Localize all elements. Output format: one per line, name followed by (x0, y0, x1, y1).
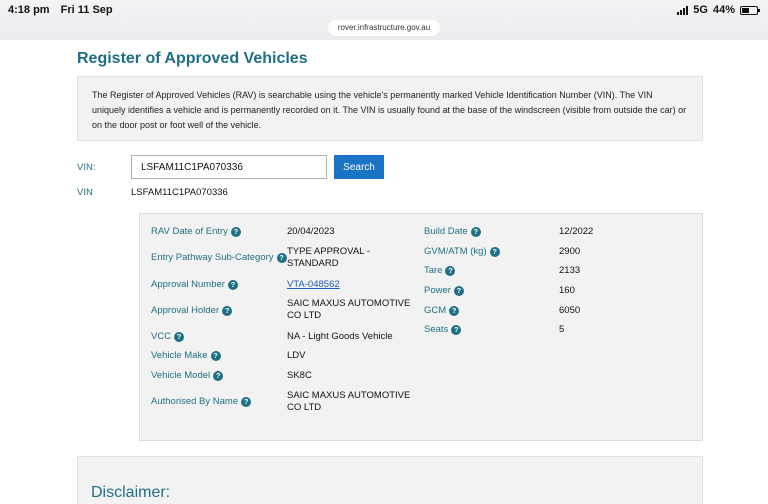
seats-label-text: Seats (424, 324, 449, 335)
page-title: Register of Approved Vehicles (77, 50, 308, 67)
vehicle-make-label-text: Vehicle Make (151, 350, 208, 361)
rav-date-label: RAV Date of Entry ? (151, 226, 241, 237)
power-label: Power ? (424, 285, 464, 296)
status-bar: 4:18 pm Fri 11 Sep 5G 44% rover.infrastr… (0, 0, 768, 40)
address-bar[interactable]: rover.infrastructure.gov.au (328, 20, 440, 36)
tare-label: Tare ? (424, 265, 456, 276)
question-circle-icon[interactable]: ? (276, 252, 287, 263)
question-circle-icon[interactable]: ? (241, 396, 252, 407)
seats-label: Seats ? (424, 324, 462, 335)
authorised-by-label: Authorised By Name ? (151, 396, 252, 407)
question-circle-icon[interactable]: ? (230, 226, 241, 237)
vehicle-make-value: LDV (287, 350, 306, 361)
vehicle-make-label: Vehicle Make ? (151, 350, 221, 361)
gcm-value: 6050 (559, 305, 581, 316)
approval-number-label: Approval Number ? (151, 279, 238, 290)
tare-label-text: Tare (424, 265, 443, 276)
build-date-label: Build Date ? (424, 226, 481, 237)
vcc-label-text: VCC (151, 331, 172, 342)
approval-holder-value-line2: CO LTD (287, 310, 322, 321)
intro-text: The Register of Approved Vehicles (RAV) … (92, 90, 687, 130)
approval-holder-value: SAIC MAXUS AUTOMOTIVE CO LTD (287, 298, 410, 322)
vehicle-model-label: Vehicle Model ? (151, 370, 224, 381)
battery-percent: 44% (712, 4, 735, 16)
question-circle-icon[interactable]: ? (489, 246, 500, 257)
entry-pathway-label: Entry Pathway Sub-Category ? (151, 252, 287, 263)
battery-icon (740, 5, 760, 15)
question-circle-icon[interactable]: ? (210, 350, 221, 361)
network-type: 5G (693, 4, 708, 16)
intro-panel: The Register of Approved Vehicles (RAV) … (77, 76, 703, 141)
disclaimer-title: Disclaimer: (91, 484, 171, 501)
gvm-label-text: GVM/ATM (kg) (424, 246, 487, 257)
question-circle-icon[interactable]: ? (174, 331, 185, 342)
approval-number-link[interactable]: VTA-048562 (287, 279, 340, 291)
entry-pathway-value-line2: STANDARD (287, 258, 339, 269)
approval-holder-label-text: Approval Holder (151, 305, 220, 316)
vcc-value: NA - Light Goods Vehicle (287, 331, 393, 342)
question-circle-icon[interactable]: ? (449, 305, 460, 316)
cellular-signal-icon (677, 5, 689, 15)
question-circle-icon[interactable]: ? (222, 305, 233, 316)
vin-search-label: VIN: (77, 162, 96, 173)
question-circle-icon[interactable]: ? (453, 285, 464, 296)
status-time: 4:18 pm (8, 4, 50, 16)
power-label-text: Power (424, 285, 451, 296)
vin-search-input[interactable] (131, 155, 327, 179)
search-button[interactable]: Search (334, 155, 384, 179)
question-circle-icon[interactable]: ? (227, 279, 238, 290)
authorised-by-value-line1: SAIC MAXUS AUTOMOTIVE (287, 390, 411, 401)
vcc-label: VCC ? (151, 331, 185, 342)
vehicle-model-value: SK8C (287, 370, 312, 381)
gvm-label: GVM/ATM (kg) ? (424, 246, 500, 257)
gcm-label-text: GCM (424, 305, 447, 316)
authorised-by-value: SAIC MAXUS AUTOMOTIVE CO LTD (287, 390, 410, 414)
approval-holder-value-line1: SAIC MAXUS AUTOMOTIVE (287, 298, 411, 309)
question-circle-icon[interactable]: ? (451, 324, 462, 335)
approval-holder-label: Approval Holder ? (151, 305, 233, 316)
build-date-value: 12/2022 (559, 226, 594, 237)
authorised-by-label-text: Authorised By Name (151, 396, 239, 407)
question-circle-icon[interactable]: ? (213, 370, 224, 381)
result-vin-value: LSFAM11C1PA070336 (131, 187, 228, 198)
rav-date-value: 20/04/2023 (287, 226, 335, 237)
vehicle-model-label-text: Vehicle Model (151, 370, 211, 381)
approval-number-label-text: Approval Number (151, 279, 225, 290)
entry-pathway-label-text: Entry Pathway Sub-Category (151, 252, 274, 263)
status-date: Fri 11 Sep (60, 4, 113, 16)
gvm-value: 2900 (559, 246, 581, 257)
seats-value: 5 (559, 324, 565, 335)
disclaimer-panel: Disclaimer: (77, 456, 703, 504)
entry-pathway-value: TYPE APPROVAL - STANDARD (287, 246, 370, 270)
status-left: 4:18 pm Fri 11 Sep (8, 4, 121, 16)
entry-pathway-value-line1: TYPE APPROVAL - (287, 246, 370, 257)
question-circle-icon[interactable]: ? (445, 265, 456, 276)
gcm-label: GCM ? (424, 305, 460, 316)
power-value: 160 (559, 285, 575, 296)
result-vin-label: VIN (77, 187, 93, 198)
rav-date-label-text: RAV Date of Entry (151, 226, 228, 237)
authorised-by-value-line2: CO LTD (287, 402, 322, 413)
status-right: 5G 44% (677, 4, 760, 16)
build-date-label-text: Build Date (424, 226, 468, 237)
question-circle-icon[interactable]: ? (470, 226, 481, 237)
tare-value: 2133 (559, 265, 581, 276)
